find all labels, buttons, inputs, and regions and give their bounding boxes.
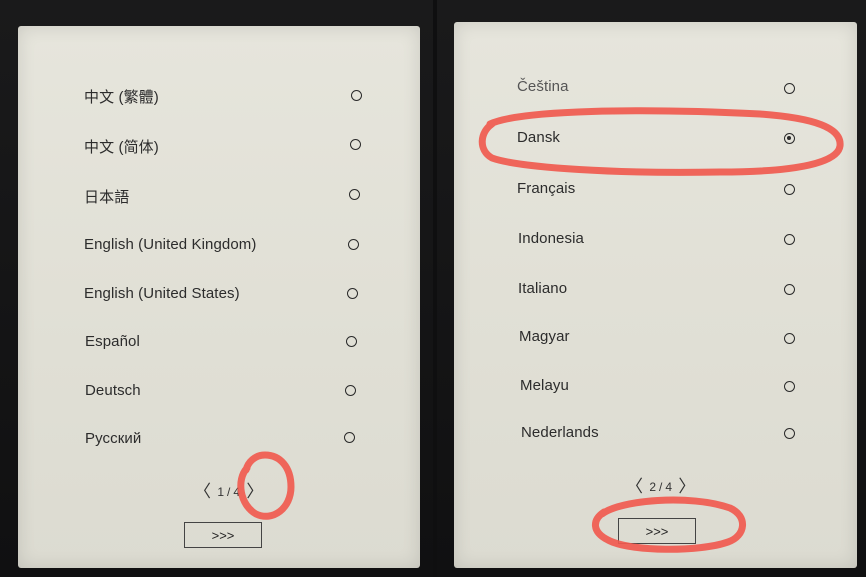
radio-circle-icon[interactable] <box>784 284 795 295</box>
language-row[interactable]: Русский <box>18 421 420 461</box>
radio-circle-icon[interactable] <box>349 189 360 200</box>
language-label: Deutsch <box>85 382 141 399</box>
language-row[interactable]: Français <box>454 170 857 210</box>
chevron-left-icon[interactable]: 〈 <box>194 482 211 501</box>
language-screen-page-1: 中文 (繁體) 中文 (简体) 日本語 English (United King… <box>18 26 420 568</box>
page-total: 4 <box>665 480 673 494</box>
radio-selected-icon[interactable] <box>784 133 795 144</box>
language-row[interactable]: Italiano <box>454 270 857 310</box>
page-separator: / <box>227 485 231 499</box>
language-label: Indonesia <box>518 230 584 247</box>
radio-circle-icon[interactable] <box>784 428 795 439</box>
radio-circle-icon[interactable] <box>351 90 362 101</box>
language-label: Dansk <box>517 129 561 146</box>
page-separator: / <box>659 480 663 494</box>
page-indicator: 〈 2/4 〉 <box>626 472 695 497</box>
language-row[interactable]: 中文 (简体) <box>18 126 420 166</box>
next-button[interactable]: >>> <box>184 522 262 548</box>
right-screenshot: Čeština Dansk Français Indonesia Italian… <box>437 0 866 577</box>
radio-circle-icon[interactable] <box>784 184 795 195</box>
left-screenshot: 中文 (繁體) 中文 (简体) 日本語 English (United King… <box>0 0 433 577</box>
radio-circle-icon[interactable] <box>344 432 355 443</box>
language-row[interactable]: 中文 (繁體) <box>18 76 420 116</box>
radio-circle-icon[interactable] <box>346 336 357 347</box>
language-row[interactable]: Magyar <box>454 319 857 359</box>
radio-circle-icon[interactable] <box>345 385 356 396</box>
page-current: 2 <box>649 480 657 494</box>
language-label: English (United States) <box>84 285 240 302</box>
radio-circle-icon[interactable] <box>350 139 361 150</box>
radio-circle-icon[interactable] <box>784 333 795 344</box>
language-label: Magyar <box>519 328 570 345</box>
language-label: Français <box>517 180 576 197</box>
next-button[interactable]: >>> <box>618 518 696 544</box>
radio-circle-icon[interactable] <box>347 288 358 299</box>
language-label: 中文 (简体) <box>84 139 159 156</box>
page-total: 4 <box>233 485 241 499</box>
language-row[interactable]: Español <box>18 324 420 364</box>
language-label: 日本語 <box>84 189 130 206</box>
radio-circle-icon[interactable] <box>348 239 359 250</box>
language-row[interactable]: Dansk <box>454 119 857 159</box>
language-label: English (United Kingdom) <box>84 236 257 253</box>
language-screen-page-2: Čeština Dansk Français Indonesia Italian… <box>454 22 857 568</box>
radio-circle-icon[interactable] <box>784 83 795 94</box>
language-row[interactable]: Nederlands <box>454 415 857 455</box>
language-label: Nederlands <box>521 424 599 441</box>
chevron-right-icon[interactable]: 〉 <box>678 477 695 496</box>
radio-circle-icon[interactable] <box>784 381 795 392</box>
language-row[interactable]: 日本語 <box>18 176 420 216</box>
language-row[interactable]: Melayu <box>454 368 857 408</box>
language-row[interactable]: English (United Kingdom) <box>18 226 420 266</box>
language-row[interactable]: Indonesia <box>454 220 857 260</box>
language-label: Čeština <box>517 78 569 95</box>
page-current: 1 <box>217 485 225 499</box>
language-row[interactable]: Čeština <box>454 68 857 108</box>
language-row[interactable]: Deutsch <box>18 373 420 413</box>
language-label: Italiano <box>518 280 568 297</box>
language-label: Español <box>85 333 140 350</box>
radio-circle-icon[interactable] <box>784 234 795 245</box>
chevron-left-icon[interactable]: 〈 <box>626 477 643 496</box>
page-indicator: 〈 1/4 〉 <box>194 477 263 502</box>
language-label: 中文 (繁體) <box>84 89 159 106</box>
language-label: Melayu <box>520 377 569 394</box>
chevron-right-icon[interactable]: 〉 <box>246 482 263 501</box>
language-label: Русский <box>85 430 142 447</box>
language-row[interactable]: English (United States) <box>18 276 420 316</box>
